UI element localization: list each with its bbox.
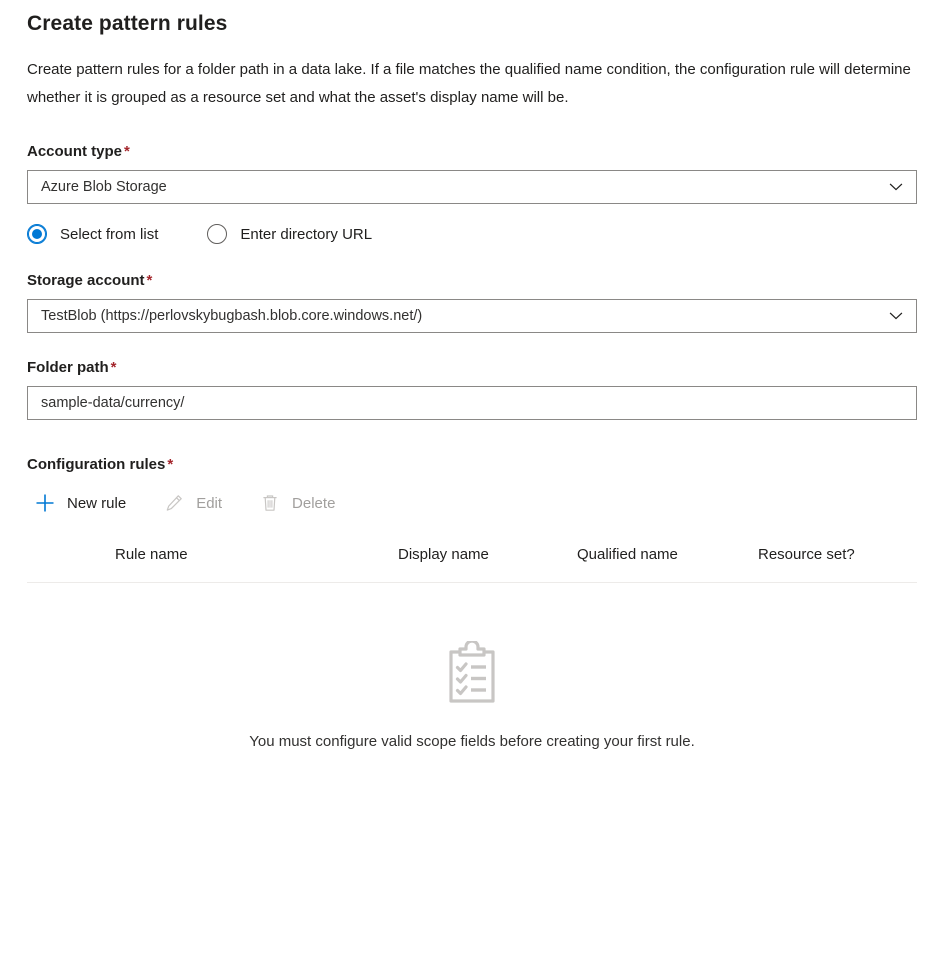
table-header-row: Rule name Display name Qualified name Re… bbox=[27, 546, 917, 583]
chevron-down-icon bbox=[880, 300, 912, 332]
storage-account-dropdown[interactable]: TestBlob (https://perlovskybugbash.blob.… bbox=[27, 299, 917, 333]
page-description: Create pattern rules for a folder path i… bbox=[27, 36, 917, 112]
new-rule-button[interactable]: New rule bbox=[27, 486, 132, 520]
required-asterisk: * bbox=[124, 143, 130, 160]
pencil-icon bbox=[162, 491, 186, 515]
edit-rule-label: Edit bbox=[196, 495, 222, 512]
edit-rule-button[interactable]: Edit bbox=[156, 486, 228, 520]
account-type-dropdown[interactable]: Azure Blob Storage bbox=[27, 170, 917, 204]
empty-state: You must configure valid scope fields be… bbox=[27, 583, 917, 750]
account-type-label: Account type* bbox=[27, 112, 917, 160]
radio-mark-selected bbox=[27, 224, 47, 244]
required-asterisk: * bbox=[167, 456, 173, 473]
storage-account-label-text: Storage account bbox=[27, 272, 145, 289]
folder-path-value: sample-data/currency/ bbox=[28, 395, 916, 411]
configuration-rules-label-text: Configuration rules bbox=[27, 456, 165, 473]
empty-state-message: You must configure valid scope fields be… bbox=[249, 733, 695, 750]
new-rule-label: New rule bbox=[67, 495, 126, 512]
configuration-rules-toolbar: New rule Edit Delete bbox=[27, 473, 917, 521]
chevron-down-icon bbox=[880, 171, 912, 203]
radio-select-from-list-label: Select from list bbox=[60, 226, 158, 243]
radio-select-from-list[interactable]: Select from list bbox=[27, 224, 158, 244]
trash-icon bbox=[258, 491, 282, 515]
account-type-label-text: Account type bbox=[27, 143, 122, 160]
create-pattern-rules-page: Create pattern rules Create pattern rule… bbox=[0, 0, 944, 965]
required-asterisk: * bbox=[111, 359, 117, 376]
radio-dot bbox=[32, 229, 42, 239]
radio-enter-directory-url-label: Enter directory URL bbox=[240, 226, 372, 243]
configuration-rules-label: Configuration rules* bbox=[27, 420, 917, 473]
column-header-qualified-name[interactable]: Qualified name bbox=[577, 546, 678, 563]
radio-enter-directory-url[interactable]: Enter directory URL bbox=[207, 224, 372, 244]
required-asterisk: * bbox=[147, 272, 153, 289]
plus-icon bbox=[33, 491, 57, 515]
configuration-rules-table: Rule name Display name Qualified name Re… bbox=[27, 521, 917, 750]
page-title: Create pattern rules bbox=[27, 0, 917, 36]
storage-account-selected-value: TestBlob (https://perlovskybugbash.blob.… bbox=[28, 308, 880, 324]
radio-mark-unselected bbox=[207, 224, 227, 244]
storage-account-label: Storage account* bbox=[27, 244, 917, 289]
clipboard-checklist-icon bbox=[442, 641, 502, 705]
folder-path-label: Folder path* bbox=[27, 333, 917, 376]
account-type-selected-value: Azure Blob Storage bbox=[28, 179, 880, 195]
delete-rule-label: Delete bbox=[292, 495, 335, 512]
column-header-resource-set[interactable]: Resource set? bbox=[758, 546, 855, 563]
folder-path-input[interactable]: sample-data/currency/ bbox=[27, 386, 917, 420]
folder-path-label-text: Folder path bbox=[27, 359, 109, 376]
source-mode-radio-group: Select from list Enter directory URL bbox=[27, 204, 917, 244]
column-header-rule-name[interactable]: Rule name bbox=[115, 546, 188, 563]
delete-rule-button[interactable]: Delete bbox=[252, 486, 341, 520]
radio-dot bbox=[212, 229, 222, 239]
column-header-display-name[interactable]: Display name bbox=[398, 546, 489, 563]
